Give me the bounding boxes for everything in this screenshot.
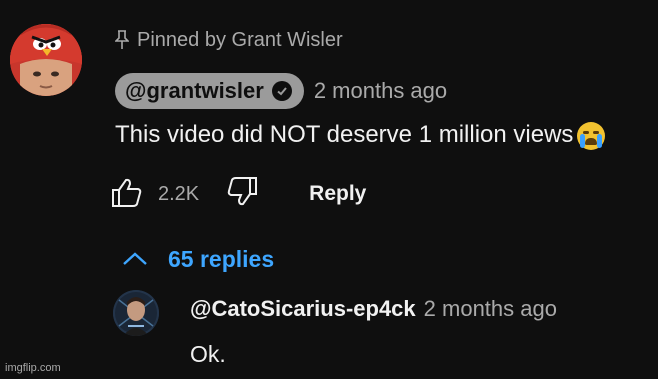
thumbs-down-icon (225, 174, 261, 215)
replies-toggle[interactable]: 65 replies (122, 244, 274, 274)
verified-check-icon (271, 81, 292, 101)
thumbs-up-icon (108, 174, 144, 215)
reply-avatar[interactable] (113, 290, 159, 336)
comment-header: @grantwisler 2 months ago (115, 73, 447, 109)
reply-header: @CatoSicarius-ep4ck 2 months ago (190, 296, 557, 322)
pinned-text: Pinned by Grant Wisler (137, 28, 343, 51)
author-chip[interactable]: @grantwisler (115, 73, 304, 109)
comment-timestamp[interactable]: 2 months ago (314, 78, 447, 104)
comment-actions: 2.2K Reply (108, 174, 366, 214)
loudly-crying-face-icon (577, 122, 606, 150)
chevron-up-icon (122, 246, 148, 273)
avatar-image (10, 24, 82, 96)
pinned-label: Pinned by Grant Wisler (115, 27, 343, 53)
reply-avatar-image (113, 290, 159, 336)
commenter-avatar[interactable] (10, 24, 82, 96)
reply-author-name[interactable]: @CatoSicarius-ep4ck (190, 296, 416, 322)
comment-thread: Pinned by Grant Wisler @grantwisler 2 mo… (0, 0, 658, 379)
comment-text: This video did NOT deserve 1 million vie… (115, 121, 574, 148)
like-button[interactable]: 2.2K (108, 174, 199, 215)
pin-icon (115, 30, 129, 50)
replies-count[interactable]: 65 replies (168, 246, 274, 273)
reply-text: Ok. (190, 341, 226, 367)
like-count: 2.2K (158, 182, 200, 205)
dislike-button[interactable] (225, 174, 261, 215)
watermark: imgflip.com (5, 362, 61, 374)
reply-button[interactable]: Reply (309, 182, 366, 206)
author-name[interactable]: @grantwisler (125, 78, 264, 104)
reply-timestamp[interactable]: 2 months ago (424, 296, 557, 322)
comment-body: This video did NOT deserve 1 million vie… (115, 120, 606, 150)
